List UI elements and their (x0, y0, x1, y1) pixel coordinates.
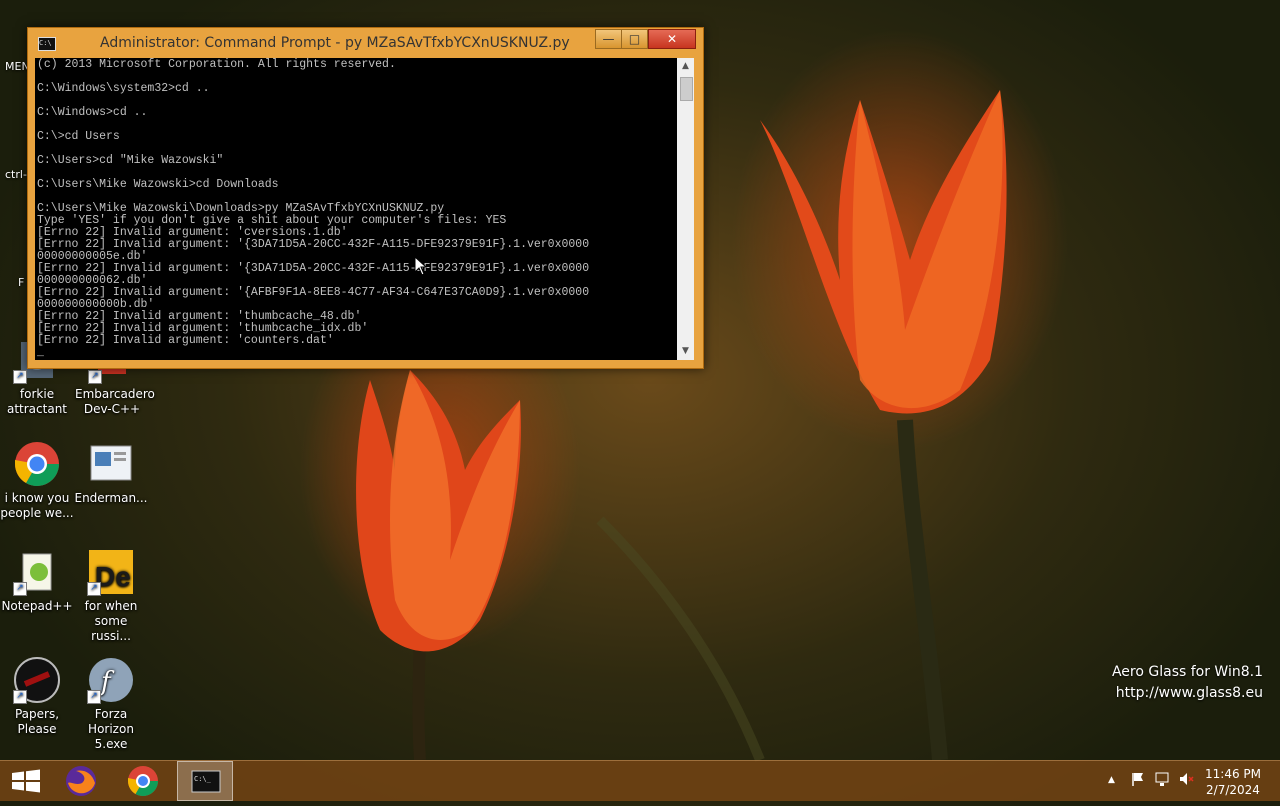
papers-please-icon: ↗ (13, 656, 61, 704)
cmd-icon: C:\_ (191, 770, 221, 793)
command-prompt-window[interactable]: C:\ Administrator: Command Prompt - py M… (27, 27, 704, 369)
volume-muted-icon[interactable] (1178, 771, 1194, 791)
svg-text:C:\_: C:\_ (194, 775, 212, 783)
partial-icon-f[interactable]: F (18, 276, 24, 289)
desktop-icon-label: Forza Horizon 5.exe (88, 707, 134, 751)
watermark-line-2: http://www.glass8.eu (1115, 685, 1263, 701)
clock-time: 11:46 PM (1205, 767, 1261, 781)
console-output[interactable]: (c) 2013 Microsoft Corporation. All righ… (35, 58, 677, 360)
close-button[interactable]: ✕ (648, 29, 696, 49)
taskbar-firefox[interactable] (54, 761, 110, 801)
taskbar-chrome[interactable] (115, 761, 171, 801)
chrome-icon (13, 440, 61, 488)
start-button[interactable] (0, 761, 56, 801)
de-icon: De ↗ (87, 548, 135, 596)
desktop-icon-label: i know you people we... (0, 491, 74, 520)
tray-overflow-chevron-icon[interactable]: ▲ (1108, 775, 1115, 785)
taskbar: C:\_ ▲ 11:46 PM 2/7/2024 (0, 760, 1280, 801)
desktop-icon-notepadpp[interactable]: ↗ Notepad++ (0, 548, 74, 614)
scroll-up-arrow-icon[interactable]: ▲ (677, 58, 694, 75)
mouse-cursor-icon (414, 255, 428, 280)
desktop-icon-russian[interactable]: De ↗ for when some russi... (74, 548, 148, 644)
scroll-thumb[interactable] (680, 77, 693, 101)
windows-logo-icon (12, 769, 40, 793)
desktop-icon-label: Papers, Please (14, 707, 60, 736)
watermark-line-1: Aero Glass for Win8.1 (1111, 664, 1263, 680)
vertical-scrollbar[interactable]: ▲ ▼ (677, 58, 694, 360)
desktop-icon-label: forkie attractant (6, 387, 68, 416)
desktop-icon-label: for when some russi... (84, 599, 138, 643)
notepadpp-icon: ↗ (13, 548, 61, 596)
desktop-icon-label: Embarcadero Dev-C++ (75, 387, 155, 416)
firefox-icon (66, 766, 96, 796)
desktop-icon-enderman[interactable]: Enderman... (74, 440, 148, 506)
partial-icon-ctrl[interactable]: ctrl- (5, 168, 27, 181)
aero-glass-watermark: Aero Glass for Win8.1 http://www.glass8.… (1112, 662, 1263, 704)
cmd-icon: C:\ (38, 37, 56, 51)
desktop-icon-forza[interactable]: f ↗ Forza Horizon 5.exe (74, 656, 148, 752)
desktop-icon-label: Enderman... (74, 491, 148, 505)
clock-date: 2/7/2024 (1206, 783, 1260, 797)
desktop-icon-label: Notepad++ (1, 599, 73, 613)
window-thumbnail-icon (87, 440, 135, 488)
taskbar-clock[interactable]: 11:46 PM 2/7/2024 (1202, 766, 1264, 798)
flash-icon: f ↗ (87, 656, 135, 704)
partial-icon-men[interactable]: MEN (5, 60, 30, 73)
minimize-button[interactable]: — (595, 29, 622, 49)
taskbar-command-prompt[interactable]: C:\_ (177, 761, 233, 801)
network-icon[interactable] (1154, 771, 1170, 791)
console-text: (c) 2013 Microsoft Corporation. All righ… (37, 58, 590, 359)
action-center-flag-icon[interactable] (1130, 771, 1146, 791)
chrome-icon (128, 766, 158, 797)
desktop-icon-papers[interactable]: ↗ Papers, Please (0, 656, 74, 737)
scroll-down-arrow-icon[interactable]: ▼ (677, 343, 694, 360)
maximize-button[interactable]: □ (621, 29, 648, 49)
window-titlebar[interactable]: C:\ Administrator: Command Prompt - py M… (28, 28, 703, 58)
desktop-icon-chrome[interactable]: i know you people we... (0, 440, 74, 521)
window-title: Administrator: Command Prompt - py MZaSA… (100, 35, 570, 51)
